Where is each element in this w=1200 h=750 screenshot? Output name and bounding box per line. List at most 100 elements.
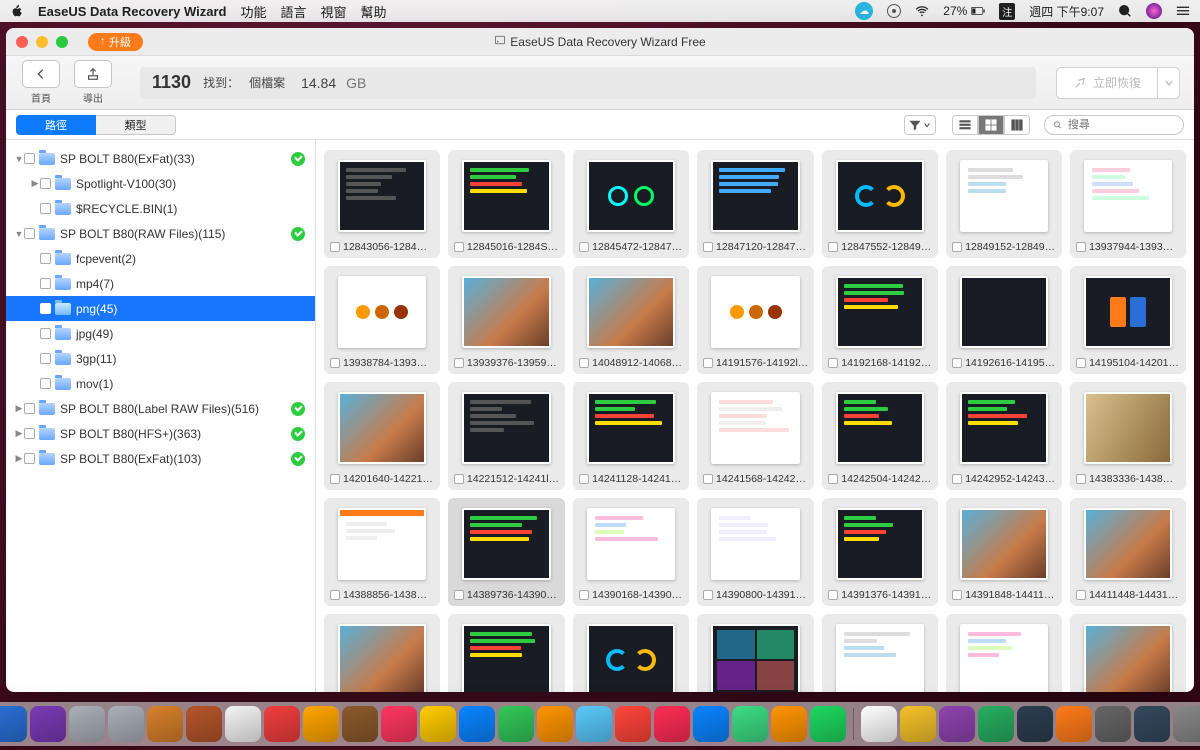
dock-app[interactable]: [342, 706, 378, 742]
thumbnail-checkbox[interactable]: [1076, 590, 1086, 600]
tab-path[interactable]: 路徑: [16, 115, 96, 135]
row-checkbox[interactable]: [40, 178, 51, 189]
thumbnail-checkbox[interactable]: [828, 358, 838, 368]
thumbnail-checkbox[interactable]: [330, 242, 340, 252]
thumbnail-cell[interactable]: 12847120-12847…: [697, 150, 814, 258]
row-checkbox[interactable]: [40, 253, 51, 264]
dock-app[interactable]: [810, 706, 846, 742]
row-checkbox[interactable]: [24, 153, 35, 164]
thumbnail-cell[interactable]: [573, 614, 689, 692]
close-button[interactable]: [16, 36, 28, 48]
thumbnail-checkbox[interactable]: [330, 358, 340, 368]
recover-dropdown[interactable]: [1157, 68, 1179, 98]
thumbnail-cell[interactable]: 12843056-1284…: [324, 150, 440, 258]
thumbnail-checkbox[interactable]: [703, 358, 713, 368]
thumbnail-checkbox[interactable]: [1076, 242, 1086, 252]
menu-item[interactable]: 視窗: [321, 2, 347, 21]
row-checkbox[interactable]: [40, 353, 51, 364]
thumbnail-checkbox[interactable]: [703, 242, 713, 252]
thumbnail-checkbox[interactable]: [703, 474, 713, 484]
dock-app[interactable]: [654, 706, 690, 742]
disclosure-icon[interactable]: ▼: [14, 154, 24, 164]
thumbnail-cell[interactable]: 12845472-12847…: [573, 150, 689, 258]
thumbnail-checkbox[interactable]: [828, 242, 838, 252]
thumbnail-cell[interactable]: [822, 614, 938, 692]
thumbnail-cell[interactable]: 14391848-14411…: [946, 498, 1062, 606]
menu-item[interactable]: 幫助: [361, 2, 387, 21]
sync-status-icon[interactable]: ☁: [855, 2, 873, 20]
dock-app[interactable]: [1056, 706, 1092, 742]
export-button[interactable]: [74, 60, 112, 88]
thumbnail-cell[interactable]: 14241128-14241…: [573, 382, 689, 490]
dock-app[interactable]: [1134, 706, 1170, 742]
tree-row[interactable]: mp4(7): [6, 271, 315, 296]
thumbnail-checkbox[interactable]: [952, 590, 962, 600]
thumbnail-cell[interactable]: 12845016-1284S…: [448, 150, 565, 258]
thumbnail-checkbox[interactable]: [579, 590, 589, 600]
row-checkbox[interactable]: [24, 428, 35, 439]
recover-button[interactable]: 立即恢復: [1057, 68, 1157, 98]
tree-row[interactable]: ▶SP BOLT B80(Label RAW Files)(516): [6, 396, 315, 421]
thumbnail-checkbox[interactable]: [579, 242, 589, 252]
thumbnail-cell[interactable]: [324, 614, 440, 692]
mac-dock[interactable]: [0, 702, 1200, 746]
input-source-indicator[interactable]: 注: [999, 3, 1015, 20]
disclosure-icon[interactable]: ▶: [14, 453, 24, 464]
menubar-app-name[interactable]: EaseUS Data Recovery Wizard: [38, 4, 226, 19]
row-checkbox[interactable]: [24, 228, 35, 239]
thumbnail-cell[interactable]: 14390800-14391…: [697, 498, 814, 606]
dock-app[interactable]: [225, 706, 261, 742]
thumbnail-cell[interactable]: 13937944-1393…: [1070, 150, 1186, 258]
thumbnail-checkbox[interactable]: [454, 474, 464, 484]
tree-row[interactable]: ▶Spotlight-V100(30): [6, 171, 315, 196]
thumbnail-checkbox[interactable]: [828, 590, 838, 600]
thumbnail-checkbox[interactable]: [952, 474, 962, 484]
thumbnail-cell[interactable]: 12849152-12849…: [946, 150, 1062, 258]
thumbnail-cell[interactable]: 14192616-14195…: [946, 266, 1062, 374]
thumbnail-cell[interactable]: 14191576-14192l…: [697, 266, 814, 374]
dock-app[interactable]: [978, 706, 1014, 742]
disclosure-icon[interactable]: ▶: [30, 178, 40, 189]
row-checkbox[interactable]: [40, 378, 51, 389]
dock-app[interactable]: [69, 706, 105, 742]
thumbnail-checkbox[interactable]: [579, 358, 589, 368]
minimize-button[interactable]: [36, 36, 48, 48]
dock-app[interactable]: [420, 706, 456, 742]
row-checkbox[interactable]: [40, 203, 51, 214]
dock-app[interactable]: [1017, 706, 1053, 742]
thumbnail-checkbox[interactable]: [579, 474, 589, 484]
thumbnail-cell[interactable]: 14192168-14192…: [822, 266, 938, 374]
thumbnail-cell[interactable]: 14389736-14390…: [448, 498, 565, 606]
thumbnail-cell[interactable]: 12847552-12849…: [822, 150, 938, 258]
menu-item[interactable]: 語言: [280, 2, 306, 21]
dock-app[interactable]: [108, 706, 144, 742]
thumbnail-checkbox[interactable]: [454, 242, 464, 252]
thumbnail-checkbox[interactable]: [454, 358, 464, 368]
back-button[interactable]: [22, 60, 60, 88]
thumbnail-checkbox[interactable]: [1076, 358, 1086, 368]
view-list-button[interactable]: [952, 115, 978, 135]
search-field[interactable]: [1044, 115, 1184, 135]
thumbnail-checkbox[interactable]: [330, 474, 340, 484]
thumbnail-cell[interactable]: [697, 614, 814, 692]
upgrade-button[interactable]: ↑ 升級: [88, 33, 143, 51]
dock-app[interactable]: [1095, 706, 1131, 742]
thumbnail-cell[interactable]: 14411448-14431…: [1070, 498, 1186, 606]
thumbnail-checkbox[interactable]: [330, 590, 340, 600]
thumbnail-content[interactable]: 12843056-1284…12845016-1284S…12845472-12…: [316, 140, 1194, 692]
dock-app[interactable]: [900, 706, 936, 742]
battery-indicator[interactable]: 27%: [943, 4, 985, 18]
dock-app[interactable]: [615, 706, 651, 742]
row-checkbox[interactable]: [24, 453, 35, 464]
disclosure-icon[interactable]: ▶: [14, 428, 24, 439]
thumbnail-checkbox[interactable]: [952, 358, 962, 368]
thumbnail-cell[interactable]: 14201640-14221…: [324, 382, 440, 490]
thumbnail-cell[interactable]: [448, 614, 565, 692]
search-input[interactable]: [1066, 118, 1175, 132]
dock-app[interactable]: [693, 706, 729, 742]
siri-icon[interactable]: [1146, 3, 1162, 19]
dock-app[interactable]: [1173, 706, 1200, 742]
thumbnail-cell[interactable]: 14391376-14391…: [822, 498, 938, 606]
tree-row[interactable]: ▼SP BOLT B80(RAW Files)(115): [6, 221, 315, 246]
thumbnail-cell[interactable]: 14241568-14242…: [697, 382, 814, 490]
